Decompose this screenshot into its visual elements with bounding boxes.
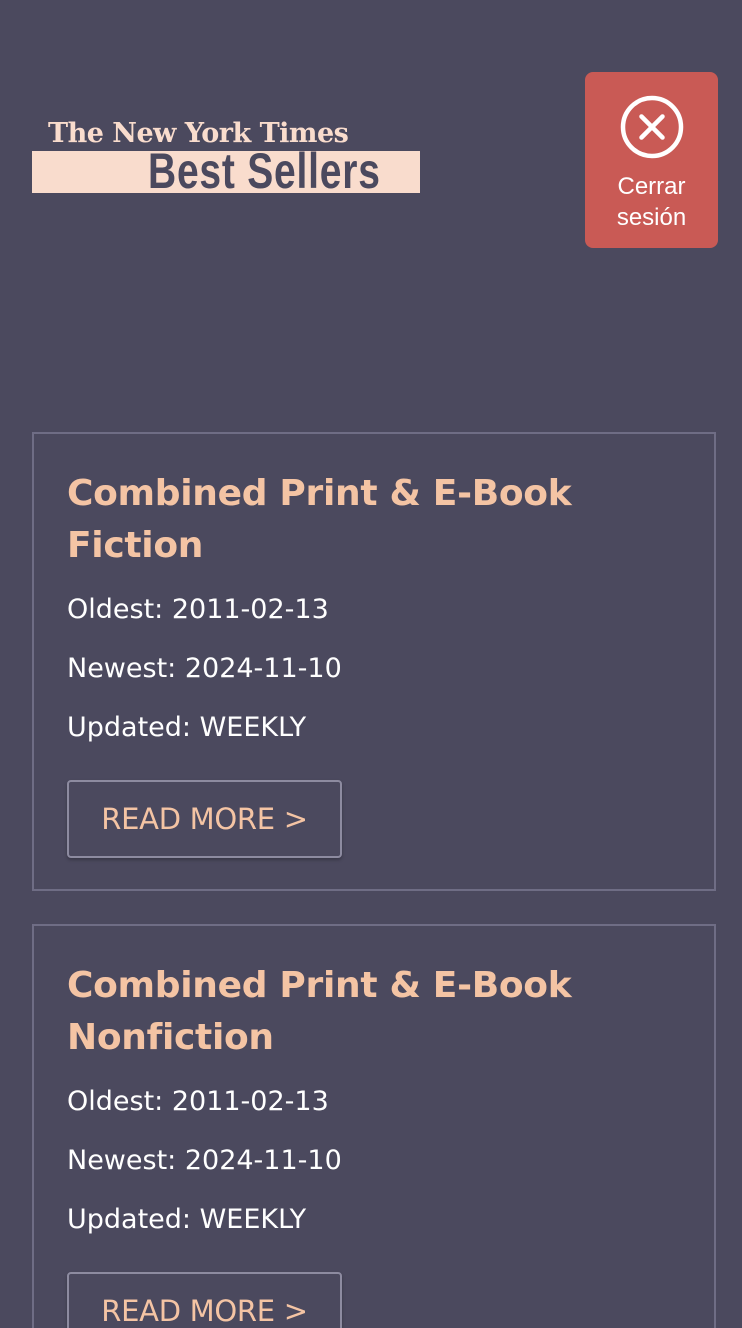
list-update-frequency: Updated: WEEKLY	[67, 1204, 307, 1235]
list-title: Combined Print & E-Book Nonfiction	[67, 965, 572, 1058]
read-more-button[interactable]: READ MORE >	[67, 780, 342, 858]
nyt-best-sellers-logo: The New York Times Best Sellers	[32, 116, 420, 199]
list-card: Combined Print & E-Book Nonfiction Oldes…	[32, 924, 716, 1328]
list-title: Combined Print & E-Book Fiction	[67, 473, 572, 566]
list-newest-date: Newest: 2024-11-10	[67, 1145, 342, 1176]
list-card: Combined Print & E-Book Fiction Oldest: …	[32, 432, 716, 891]
logo-bottom-text: Best Sellers	[148, 143, 381, 199]
logout-label: Cerrar sesión	[616, 173, 687, 231]
list-newest-date: Newest: 2024-11-10	[67, 653, 342, 684]
logout-button[interactable]: Cerrar sesión	[585, 72, 718, 248]
list-oldest-date: Oldest: 2011-02-13	[67, 594, 329, 625]
list-oldest-date: Oldest: 2011-02-13	[67, 1086, 329, 1117]
read-more-button[interactable]: READ MORE >	[67, 1272, 342, 1328]
list-update-frequency: Updated: WEEKLY	[67, 712, 307, 743]
close-circle-icon	[620, 95, 684, 159]
page-header: The New York Times Best Sellers Cerrar s…	[0, 0, 742, 300]
